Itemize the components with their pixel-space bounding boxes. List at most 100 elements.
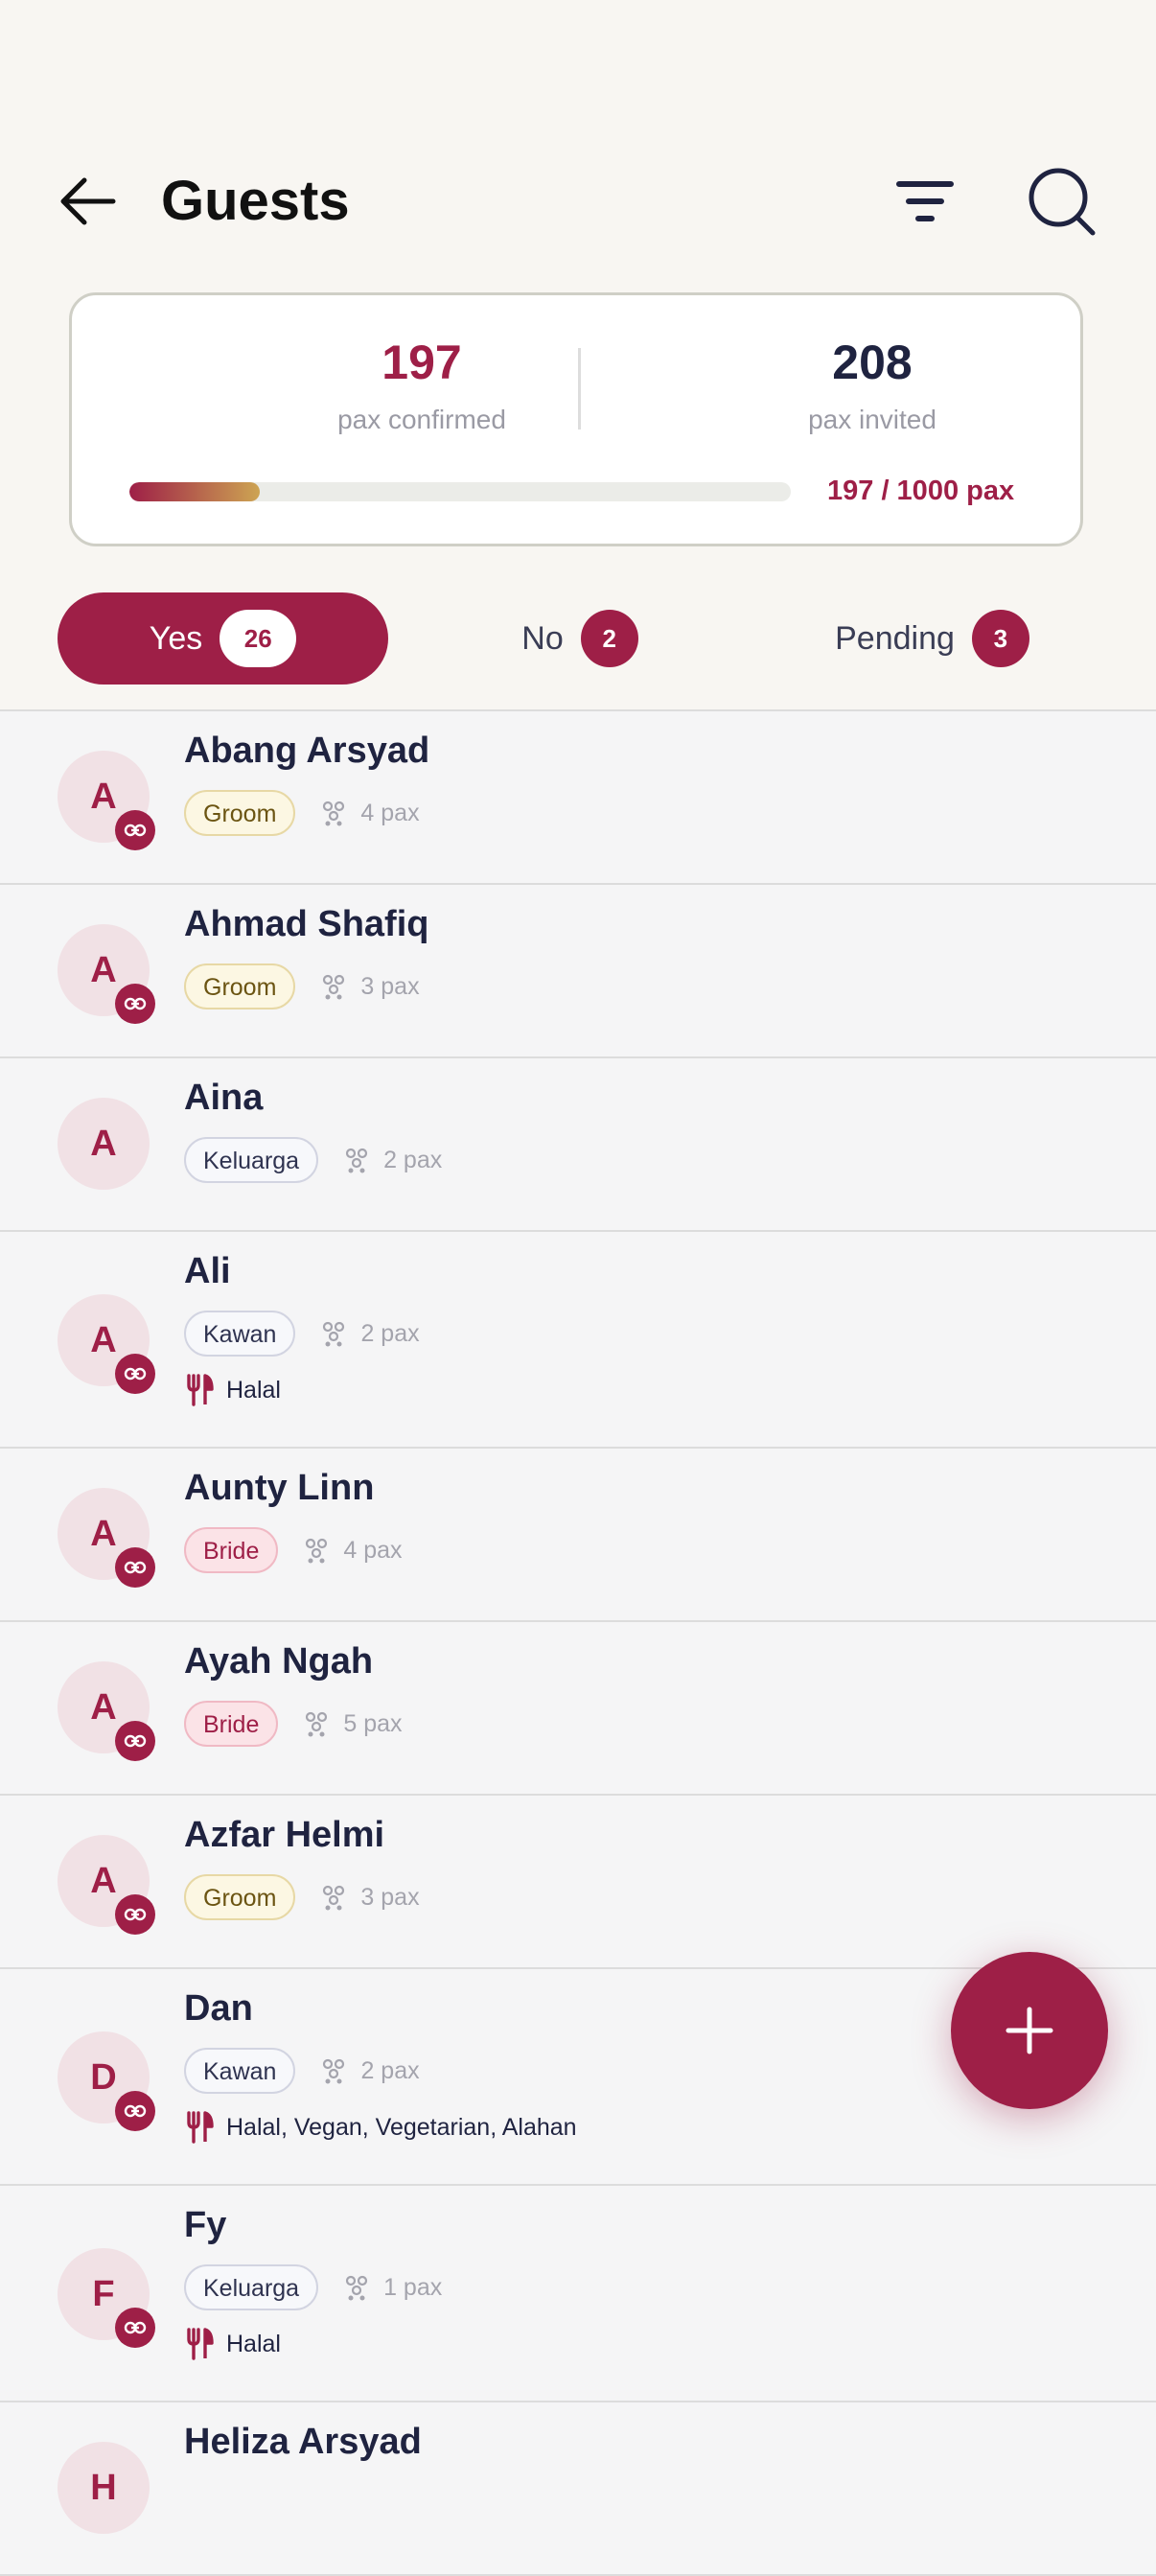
stat-divider (578, 348, 581, 429)
guest-meta: Bride 4 pax (184, 1525, 403, 1575)
search-icon[interactable] (1026, 165, 1098, 238)
tab-pending-label: Pending (835, 619, 955, 657)
guest-row[interactable]: A Ali Kawan 2 pax Halal (0, 1232, 1156, 1449)
tab-pending-count: 3 (971, 610, 1029, 667)
guest-row[interactable]: A Ayah Ngah Bride 5 pax (0, 1622, 1156, 1796)
pax-label: 4 pax (343, 1536, 403, 1564)
linked-badge (115, 1894, 155, 1935)
side-tag: Kawan (184, 2048, 296, 2094)
guest-row[interactable]: F Fy Keluarga 1 pax Halal (0, 2186, 1156, 2402)
diet-label: Halal, Vegan, Vegetarian, Alahan (226, 2113, 577, 2141)
pax-label: 2 pax (383, 1146, 443, 1173)
pax-count: 2 pax (320, 1320, 420, 1348)
linked-badge (115, 984, 155, 1024)
tab-yes-count: 26 (220, 610, 297, 667)
invited-label: pax invited (808, 405, 936, 434)
back-arrow-icon[interactable] (56, 173, 123, 230)
guest-name: Azfar Helmi (184, 1815, 385, 1855)
pax-label: 4 pax (360, 799, 420, 826)
guest-meta: Keluarga 2 pax (184, 1135, 442, 1185)
guest-meta: Kawan 2 pax (184, 2046, 420, 2096)
link-icon (124, 824, 147, 837)
guest-name: Ayah Ngah (184, 1641, 374, 1682)
pax-count: 4 pax (320, 799, 420, 827)
diet-label: Halal (226, 2330, 281, 2357)
capacity-label: 197 / 1000 pax (827, 476, 1015, 506)
invited-count: 208 (832, 336, 913, 389)
confirmed-count: 197 (381, 336, 462, 389)
page-title: Guests (161, 170, 350, 232)
avatar: A (58, 1835, 155, 1935)
utensils-icon (187, 1374, 214, 1406)
guest-row[interactable]: A Ahmad Shafiq Groom 3 pax (0, 885, 1156, 1058)
guest-row[interactable]: A Aina Keluarga 2 pax (0, 1058, 1156, 1232)
guest-meta: Bride 5 pax (184, 1699, 403, 1749)
guest-meta: Groom 4 pax (184, 788, 420, 838)
tab-yes[interactable]: Yes 26 (58, 592, 388, 685)
rsvp-tabs: Yes 26 No 2 Pending 3 (0, 592, 1156, 688)
side-tag: Kawan (184, 1311, 296, 1357)
avatar: A (58, 1098, 150, 1190)
invited-stat: 208 pax invited (671, 334, 1074, 435)
guest-name: Dan (184, 1988, 253, 2029)
avatar-initial: D (90, 2056, 117, 2098)
tab-pending[interactable]: Pending 3 (767, 592, 1098, 685)
link-icon (124, 1734, 147, 1748)
group-icon (323, 1321, 345, 1347)
side-tag: Keluarga (184, 1137, 319, 1183)
link-icon (124, 1908, 147, 1921)
filter-icon[interactable] (891, 173, 959, 230)
guest-list: A Abang Arsyad Groom 4 pax A Ahmad Shafiq Groo… (0, 709, 1156, 2576)
side-tag: Groom (184, 963, 296, 1010)
group-icon (323, 2058, 345, 2084)
diet-info: Halal (186, 1374, 281, 1406)
avatar-initial: F (92, 2273, 115, 2314)
rsvp-summary-card: 197 pax confirmed 208 pax invited 197 / … (69, 292, 1083, 546)
avatar: A (58, 751, 155, 850)
linked-badge (115, 2091, 155, 2131)
pax-count: 2 pax (320, 2057, 420, 2085)
group-icon (323, 1885, 345, 1911)
avatar: F (58, 2248, 155, 2348)
guest-row[interactable]: H Heliza Arsyad (0, 2402, 1156, 2576)
add-guest-button[interactable] (951, 1952, 1108, 2109)
guest-meta: Groom 3 pax (184, 962, 420, 1011)
link-icon (124, 997, 147, 1010)
tab-no[interactable]: No 2 (422, 592, 738, 685)
avatar-initial: A (90, 776, 117, 817)
avatar-initial: A (90, 1513, 117, 1554)
side-tag: Bride (184, 1701, 279, 1747)
link-icon (124, 1367, 147, 1381)
pax-label: 3 pax (360, 972, 420, 1000)
guest-row[interactable]: A Aunty Linn Bride 4 pax (0, 1449, 1156, 1622)
guest-name: Ahmad Shafiq (184, 904, 429, 944)
pax-count: 3 pax (320, 1883, 420, 1912)
side-tag: Groom (184, 1874, 296, 1920)
diet-label: Halal (226, 1376, 281, 1404)
guest-name: Fy (184, 2205, 227, 2245)
confirmed-stat: 197 pax confirmed (220, 334, 623, 435)
confirmed-label: pax confirmed (337, 405, 506, 434)
avatar: D (58, 2031, 155, 2131)
utensils-icon (187, 2111, 214, 2144)
utensils-icon (187, 2328, 214, 2360)
linked-badge (115, 810, 155, 850)
plus-icon (1006, 2007, 1053, 2054)
tab-yes-label: Yes (149, 619, 203, 657)
guest-name: Heliza Arsyad (184, 2422, 422, 2462)
guest-row[interactable]: A Azfar Helmi Groom 3 pax (0, 1796, 1156, 1969)
link-icon (124, 1561, 147, 1574)
avatar-initial: A (90, 1123, 117, 1164)
pax-count: 5 pax (303, 1710, 403, 1738)
link-icon (124, 2104, 147, 2118)
avatar-initial: A (90, 949, 117, 990)
avatar: A (58, 1488, 155, 1588)
guest-row[interactable]: A Abang Arsyad Groom 4 pax (0, 711, 1156, 885)
group-icon (323, 801, 345, 826)
avatar-initial: A (90, 1860, 117, 1901)
pax-label: 3 pax (360, 1883, 420, 1911)
guest-meta: Keluarga 1 pax (184, 2263, 442, 2312)
pax-count: 3 pax (320, 972, 420, 1001)
diet-info: Halal, Vegan, Vegetarian, Alahan (186, 2111, 577, 2144)
linked-badge (115, 1547, 155, 1588)
